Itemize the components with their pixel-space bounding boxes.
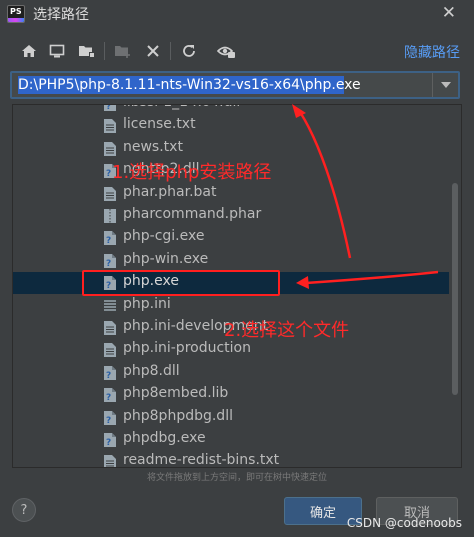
- file-row[interactable]: ? php8.dll: [13, 362, 449, 384]
- path-history-dropdown[interactable]: [432, 73, 458, 97]
- toolbar: 隐藏路径: [0, 38, 474, 66]
- svg-text:?: ?: [106, 416, 111, 426]
- file-label: phpdbg.exe: [123, 430, 206, 446]
- svg-text:?: ?: [106, 371, 111, 381]
- file-row[interactable]: ? libssl-1_1-x64.dll: [13, 104, 449, 115]
- archive-file-icon: [103, 208, 117, 224]
- svg-text:?: ?: [106, 104, 111, 112]
- annotation-step-2: 2.选择这个文件: [224, 320, 350, 341]
- file-label: php8.dll: [123, 362, 180, 379]
- dialog-title: 选择路径: [33, 7, 89, 23]
- file-label: php8phpdbg.dll: [123, 407, 233, 424]
- svg-text:?: ?: [106, 438, 111, 448]
- scrollbar[interactable]: [450, 105, 460, 467]
- file-row[interactable]: ? php8phpdbg.dll: [13, 407, 449, 429]
- text-file-icon: [103, 342, 117, 358]
- refresh-icon[interactable]: [178, 40, 200, 62]
- file-row[interactable]: news.txt: [13, 138, 449, 160]
- close-icon[interactable]: ✕: [442, 3, 456, 23]
- desktop-icon[interactable]: [46, 40, 68, 62]
- selection-highlight-box: [82, 270, 280, 296]
- svg-text:?: ?: [106, 169, 111, 179]
- file-row[interactable]: php.ini-production: [13, 339, 449, 361]
- chevron-down-icon: [440, 82, 451, 88]
- hide-path-link[interactable]: 隐藏路径: [404, 42, 460, 62]
- text-file-icon: [103, 141, 117, 157]
- unknown-file-icon: ?: [103, 410, 117, 426]
- file-label: news.txt: [123, 138, 183, 155]
- path-input[interactable]: [18, 75, 428, 95]
- file-label: license.txt: [123, 116, 196, 133]
- file-label: phar.phar.bat: [123, 183, 217, 200]
- unknown-file-icon: ?: [103, 365, 117, 381]
- home-icon[interactable]: [18, 40, 40, 62]
- file-row[interactable]: ? php-cgi.exe: [13, 227, 449, 249]
- show-hidden-icon[interactable]: [216, 40, 238, 62]
- svg-text:?: ?: [106, 393, 111, 403]
- text-file-icon: [103, 454, 117, 467]
- file-label: php.ini: [123, 295, 171, 312]
- file-row[interactable]: pharcommand.phar: [13, 205, 449, 227]
- path-combobox[interactable]: [10, 71, 460, 99]
- svg-text:?: ?: [106, 236, 111, 246]
- new-folder-icon[interactable]: [112, 40, 134, 62]
- unknown-file-icon: ?: [103, 253, 117, 269]
- config-file-icon: [103, 298, 117, 314]
- file-label: php8embed.lib: [123, 385, 229, 402]
- file-row[interactable]: php.ini: [13, 295, 449, 317]
- file-row[interactable]: ? phpdbg.exe: [13, 429, 449, 451]
- file-row[interactable]: readme-redist-bins.txt: [13, 451, 449, 468]
- text-file-icon: [103, 320, 117, 336]
- text-file-icon: [103, 118, 117, 134]
- title-bar: 选择路径 ✕: [0, 0, 474, 28]
- file-row[interactable]: phar.phar.bat: [13, 183, 449, 205]
- svg-text:?: ?: [106, 259, 111, 269]
- unknown-file-icon: ?: [103, 432, 117, 448]
- watermark: CSDN @codenoobs: [346, 516, 462, 530]
- annotation-step-1: 1.选择php安装路径: [112, 162, 272, 183]
- file-label: php-cgi.exe: [123, 228, 205, 245]
- unknown-file-icon: ?: [103, 387, 117, 403]
- toolbar-separator: [104, 42, 105, 60]
- drag-hint: 将文件拖放到上方空间，即可在树中快速定位: [146, 473, 327, 483]
- toolbar-separator: [170, 42, 171, 60]
- file-label: php.ini-production: [123, 340, 251, 357]
- file-label: readme-redist-bins.txt: [123, 452, 280, 468]
- file-label: php-win.exe: [123, 250, 209, 267]
- delete-icon[interactable]: [142, 40, 164, 62]
- file-row[interactable]: license.txt: [13, 115, 449, 137]
- file-label: pharcommand.phar: [123, 206, 262, 222]
- text-file-icon: [103, 186, 117, 202]
- file-label: libssl-1_1-x64.dll: [123, 105, 240, 110]
- help-button[interactable]: ?: [12, 498, 36, 522]
- project-folder-icon[interactable]: [76, 40, 98, 62]
- file-row[interactable]: ? php8embed.lib: [13, 384, 449, 406]
- unknown-file-icon: ?: [103, 104, 117, 112]
- phpstorm-app-icon: [7, 5, 25, 23]
- file-row[interactable]: ? php-win.exe: [13, 250, 449, 272]
- scrollbar-thumb[interactable]: [452, 183, 458, 395]
- unknown-file-icon: ?: [103, 230, 117, 246]
